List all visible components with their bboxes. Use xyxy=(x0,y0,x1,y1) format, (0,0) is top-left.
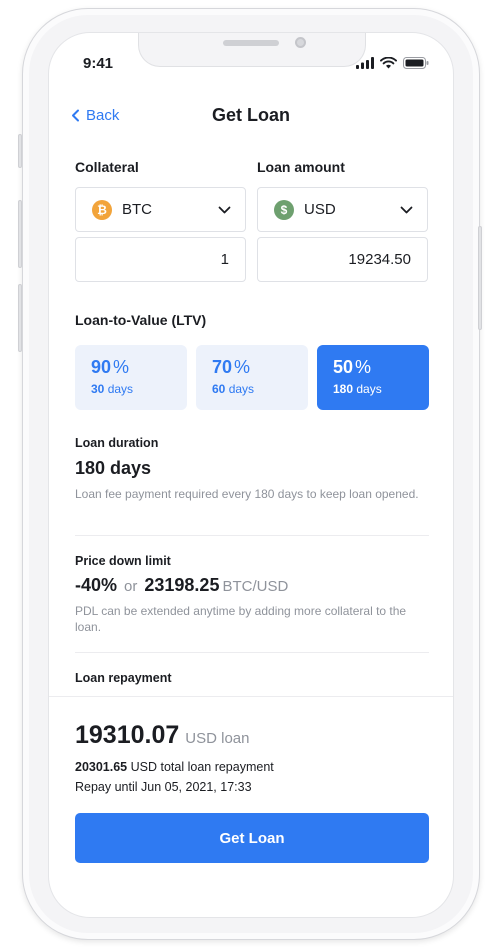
pdl-label: Price down limit xyxy=(75,554,171,568)
chevron-down-icon xyxy=(218,206,231,213)
wifi-icon xyxy=(380,57,397,69)
volume-up-button xyxy=(18,200,22,268)
ltv-option-70[interactable]: 70% 60 days xyxy=(196,345,308,410)
mute-switch xyxy=(18,134,22,168)
divider xyxy=(49,696,453,697)
ltv-label: Loan-to-Value (LTV) xyxy=(75,312,207,328)
speaker xyxy=(223,40,279,46)
dollar-icon: $ xyxy=(274,199,294,220)
power-button xyxy=(478,226,482,330)
ltv-days: 60 days xyxy=(212,382,255,396)
loan-duration-label: Loan duration xyxy=(75,436,159,450)
total-repayment-amount: 20301.65 xyxy=(75,760,128,774)
pdl-price: 23198.25 xyxy=(144,575,220,595)
ltv-option-90[interactable]: 90% 30 days xyxy=(75,345,187,410)
total-repayment-text: USD total loan repayment xyxy=(130,760,274,774)
chevron-down-icon xyxy=(400,206,413,213)
pdl-or: or xyxy=(124,578,138,595)
pdl-pair: BTC/USD xyxy=(222,578,289,595)
ltv-days: 30 days xyxy=(91,382,134,396)
loan-currency-value: USD xyxy=(304,201,336,218)
page-title: Get Loan xyxy=(211,105,290,125)
battery-icon xyxy=(403,57,429,69)
signal-icon xyxy=(356,57,374,69)
repayment-amount-row: 19310.07 USD loan xyxy=(75,721,249,750)
get-loan-button[interactable]: Get Loan xyxy=(75,813,429,863)
collateral-amount-input[interactable]: 1 xyxy=(75,237,246,282)
status-time: 9:41 xyxy=(83,55,114,72)
pdl-percent: -40% xyxy=(75,575,118,595)
collateral-label: Collateral xyxy=(75,159,139,175)
ltv-option-50[interactable]: 50% 180 days xyxy=(317,345,429,410)
pdl-values: -40% or 23198.25 BTC/USD xyxy=(75,575,288,596)
bitcoin-icon: ₿ xyxy=(92,199,112,220)
loan-repayment-label: Loan repayment xyxy=(75,671,172,685)
collateral-currency-value: BTC xyxy=(122,201,152,218)
status-icons xyxy=(356,57,429,69)
loan-amount-input[interactable]: 19234.50 xyxy=(257,237,428,282)
loan-amount-label: Loan amount xyxy=(257,159,345,175)
total-repayment-line: 20301.65 USD total loan repayment xyxy=(75,760,274,774)
divider xyxy=(75,652,429,653)
loan-duration-value: 180 days xyxy=(75,458,152,478)
camera xyxy=(295,37,306,48)
loan-currency-select[interactable]: $ USD xyxy=(257,187,428,232)
ltv-percent: 70% xyxy=(212,357,251,377)
phone-screen: 9:41 Back Get Loan Collateral Loan amoun… xyxy=(48,32,454,918)
collateral-currency-select[interactable]: ₿ BTC xyxy=(75,187,246,232)
notch xyxy=(138,33,366,67)
repayment-amount: 19310.07 xyxy=(75,721,180,749)
ltv-percent: 50% xyxy=(333,357,372,377)
loan-duration-hint: Loan fee payment required every 180 days… xyxy=(75,487,419,501)
ltv-days: 180 days xyxy=(333,382,382,396)
repay-until-line: Repay until Jun 05, 2021, 17:33 xyxy=(75,780,252,794)
ltv-percent: 90% xyxy=(91,357,130,377)
repayment-amount-unit: USD loan xyxy=(185,730,250,747)
volume-down-button xyxy=(18,284,22,352)
divider xyxy=(75,535,429,536)
pdl-hint: PDL can be extended anytime by adding mo… xyxy=(75,604,407,634)
